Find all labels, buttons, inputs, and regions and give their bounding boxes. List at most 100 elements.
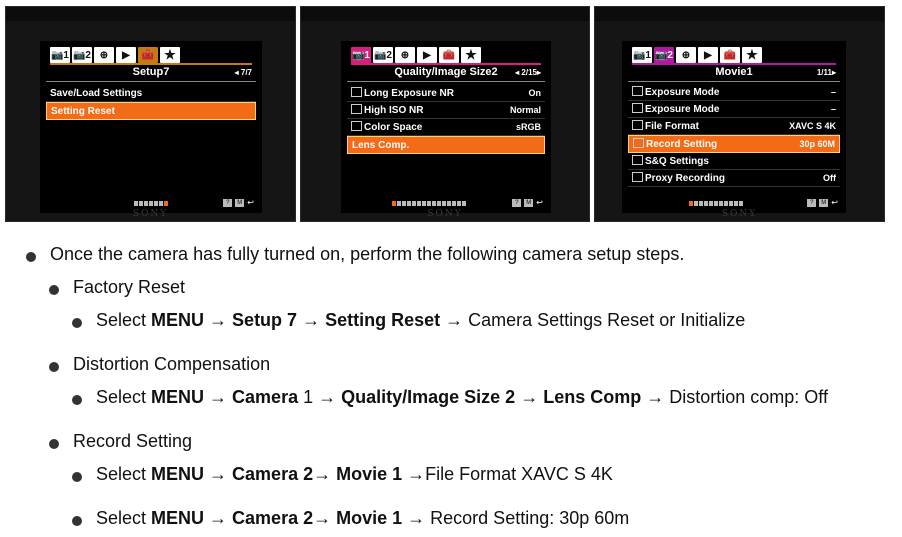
setting-icon: [351, 121, 362, 131]
menu-item-label: Exposure Mode: [645, 87, 720, 98]
step-fragment: →: [204, 464, 233, 484]
menu-icon: M: [524, 198, 534, 207]
step-text: Select MENU → Camera 2→ Movie 1 → Record…: [96, 508, 629, 529]
menu-item-selected: Record Setting 30p 60M: [628, 135, 840, 153]
help-menu-back-icons: ? M ↩: [223, 198, 254, 207]
setting-icon: [351, 104, 362, 114]
back-arrow-icon: ↩: [536, 198, 543, 207]
section-heading: Record Setting: [73, 431, 193, 451]
menu-list: Exposure Mode – Exposure Mode – File For…: [628, 84, 840, 187]
step-keyword: Setting Reset: [325, 310, 441, 330]
step-fragment: Select: [96, 508, 152, 528]
step-fragment: →: [313, 464, 337, 484]
menu-item: Long Exposure NR On: [347, 85, 545, 102]
setting-icon: [632, 172, 643, 182]
camera-photo-quality: 📷1 📷2 ⊕ ▶ 🧰 ★ Quality/Image Size2 ◂ 2/15…: [300, 6, 590, 222]
tab-mymenu-icon: ★: [742, 47, 762, 63]
camera-body-top: [301, 7, 589, 21]
brand-logo: SONY: [427, 209, 463, 219]
tab-camera1-icon: 📷1: [50, 47, 70, 63]
help-menu-back-icons: ? M ↩: [807, 198, 838, 207]
menu-item-label: Save/Load Settings: [50, 87, 143, 99]
tab-underline: [351, 63, 541, 65]
setting-icon: [632, 155, 643, 165]
step-keyword: MENU: [151, 508, 205, 528]
tab-camera1-icon: 📷1: [351, 47, 371, 63]
menu-item: File Format XAVC S 4K: [628, 118, 840, 135]
help-menu-back-icons: ? M ↩: [512, 198, 543, 207]
menu-item-value: sRGB: [515, 122, 541, 132]
step-fragment: 1 →: [298, 387, 342, 407]
step-fragment: →: [204, 508, 233, 528]
camera-screen: 📷1 📷2 ⊕ ▶ 🧰 ★ Movie1 1/11▸ Exposure Mode…: [622, 41, 846, 213]
tab-camera1-icon: 📷1: [632, 47, 652, 63]
help-icon: ?: [807, 198, 817, 207]
menu-tabs: 📷1 📷2 ⊕ ▶ 🧰 ★: [50, 47, 180, 63]
step-keyword: Movie 1: [336, 508, 403, 528]
menu-item-label: High ISO NR: [364, 105, 424, 116]
step-fragment: →: [515, 387, 544, 407]
step-keyword: MENU: [151, 464, 205, 484]
camera-photo-movie1: 📷1 📷2 ⊕ ▶ 🧰 ★ Movie1 1/11▸ Exposure Mode…: [594, 6, 885, 222]
menu-item-value: –: [830, 87, 836, 97]
brand-logo: SONY: [132, 209, 169, 219]
menu-item: Color Space sRGB: [347, 119, 545, 136]
menu-item-value: Off: [823, 173, 836, 183]
step-keyword: Quality/Image Size 2: [341, 387, 516, 407]
tab-network-icon: ⊕: [94, 47, 114, 63]
menu-item: S&Q Settings: [628, 153, 840, 170]
tab-mymenu-icon: ★: [160, 47, 180, 63]
menu-item-selected: Lens Comp.: [347, 136, 545, 154]
menu-divider: [46, 81, 256, 82]
bullet-icon: [72, 318, 82, 328]
menu-title: Movie1: [715, 66, 753, 78]
tab-setup-icon: 🧰: [439, 47, 459, 63]
section-heading: Factory Reset: [73, 277, 186, 297]
step-fragment: →: [204, 310, 233, 330]
bullet-icon: [72, 472, 82, 482]
step-keyword: Lens Comp: [543, 387, 642, 407]
page-dots: [392, 201, 467, 206]
intro-text: Once the camera has fully turned on, per…: [50, 244, 685, 264]
step-keyword: MENU: [151, 387, 205, 407]
help-icon: ?: [223, 198, 233, 207]
step-keyword: Camera 2: [232, 508, 314, 528]
tab-camera2-icon: 📷2: [373, 47, 393, 63]
bullet-icon: [49, 439, 59, 449]
menu-page-indicator: 1/11▸: [816, 68, 836, 77]
setting-icon: [351, 87, 362, 97]
step-fragment: Select: [96, 310, 152, 330]
menu-title: Setup7: [132, 66, 170, 78]
menu-item-label: File Format: [645, 121, 699, 132]
step-fragment: → Camera Settings Reset or Initialize: [440, 310, 746, 330]
step-keyword: Movie 1: [336, 464, 403, 484]
menu-item-label: Setting Reset: [51, 105, 115, 117]
step-fragment: Select: [96, 464, 152, 484]
camera-body-top: [6, 7, 295, 21]
tab-camera2-icon: 📷2: [654, 47, 674, 63]
camera-body-top: [595, 7, 884, 21]
section-heading: Distortion Compensation: [73, 354, 271, 374]
tab-setup-icon: 🧰: [720, 47, 740, 63]
step-fragment: →: [297, 310, 326, 330]
menu-item-label: Lens Comp.: [352, 139, 410, 151]
menu-icon: M: [819, 198, 829, 207]
bullet-icon: [49, 362, 59, 372]
step-fragment: Select: [96, 387, 152, 407]
camera-screen: 📷1 📷2 ⊕ ▶ 🧰 ★ Quality/Image Size2 ◂ 2/15…: [341, 41, 551, 213]
step-keyword: Camera: [232, 387, 299, 407]
step-fragment: →File Format XAVC S 4K: [402, 464, 613, 484]
menu-tabs: 📷1 📷2 ⊕ ▶ 🧰 ★: [632, 47, 762, 63]
menu-footer: ? M ↩: [40, 197, 262, 207]
setting-icon: [632, 120, 643, 130]
step-keyword: Setup 7: [232, 310, 298, 330]
menu-tabs: 📷1 📷2 ⊕ ▶ 🧰 ★: [351, 47, 481, 63]
menu-item-value: 30p 60M: [799, 139, 835, 149]
menu-item-value: Normal: [509, 105, 541, 115]
bullet-icon: [49, 285, 59, 295]
tab-underline: [50, 63, 252, 65]
menu-footer: ? M ↩: [341, 197, 551, 207]
menu-item: Save/Load Settings: [46, 85, 256, 102]
menu-divider: [347, 81, 545, 82]
menu-item: Proxy Recording Off: [628, 170, 840, 187]
